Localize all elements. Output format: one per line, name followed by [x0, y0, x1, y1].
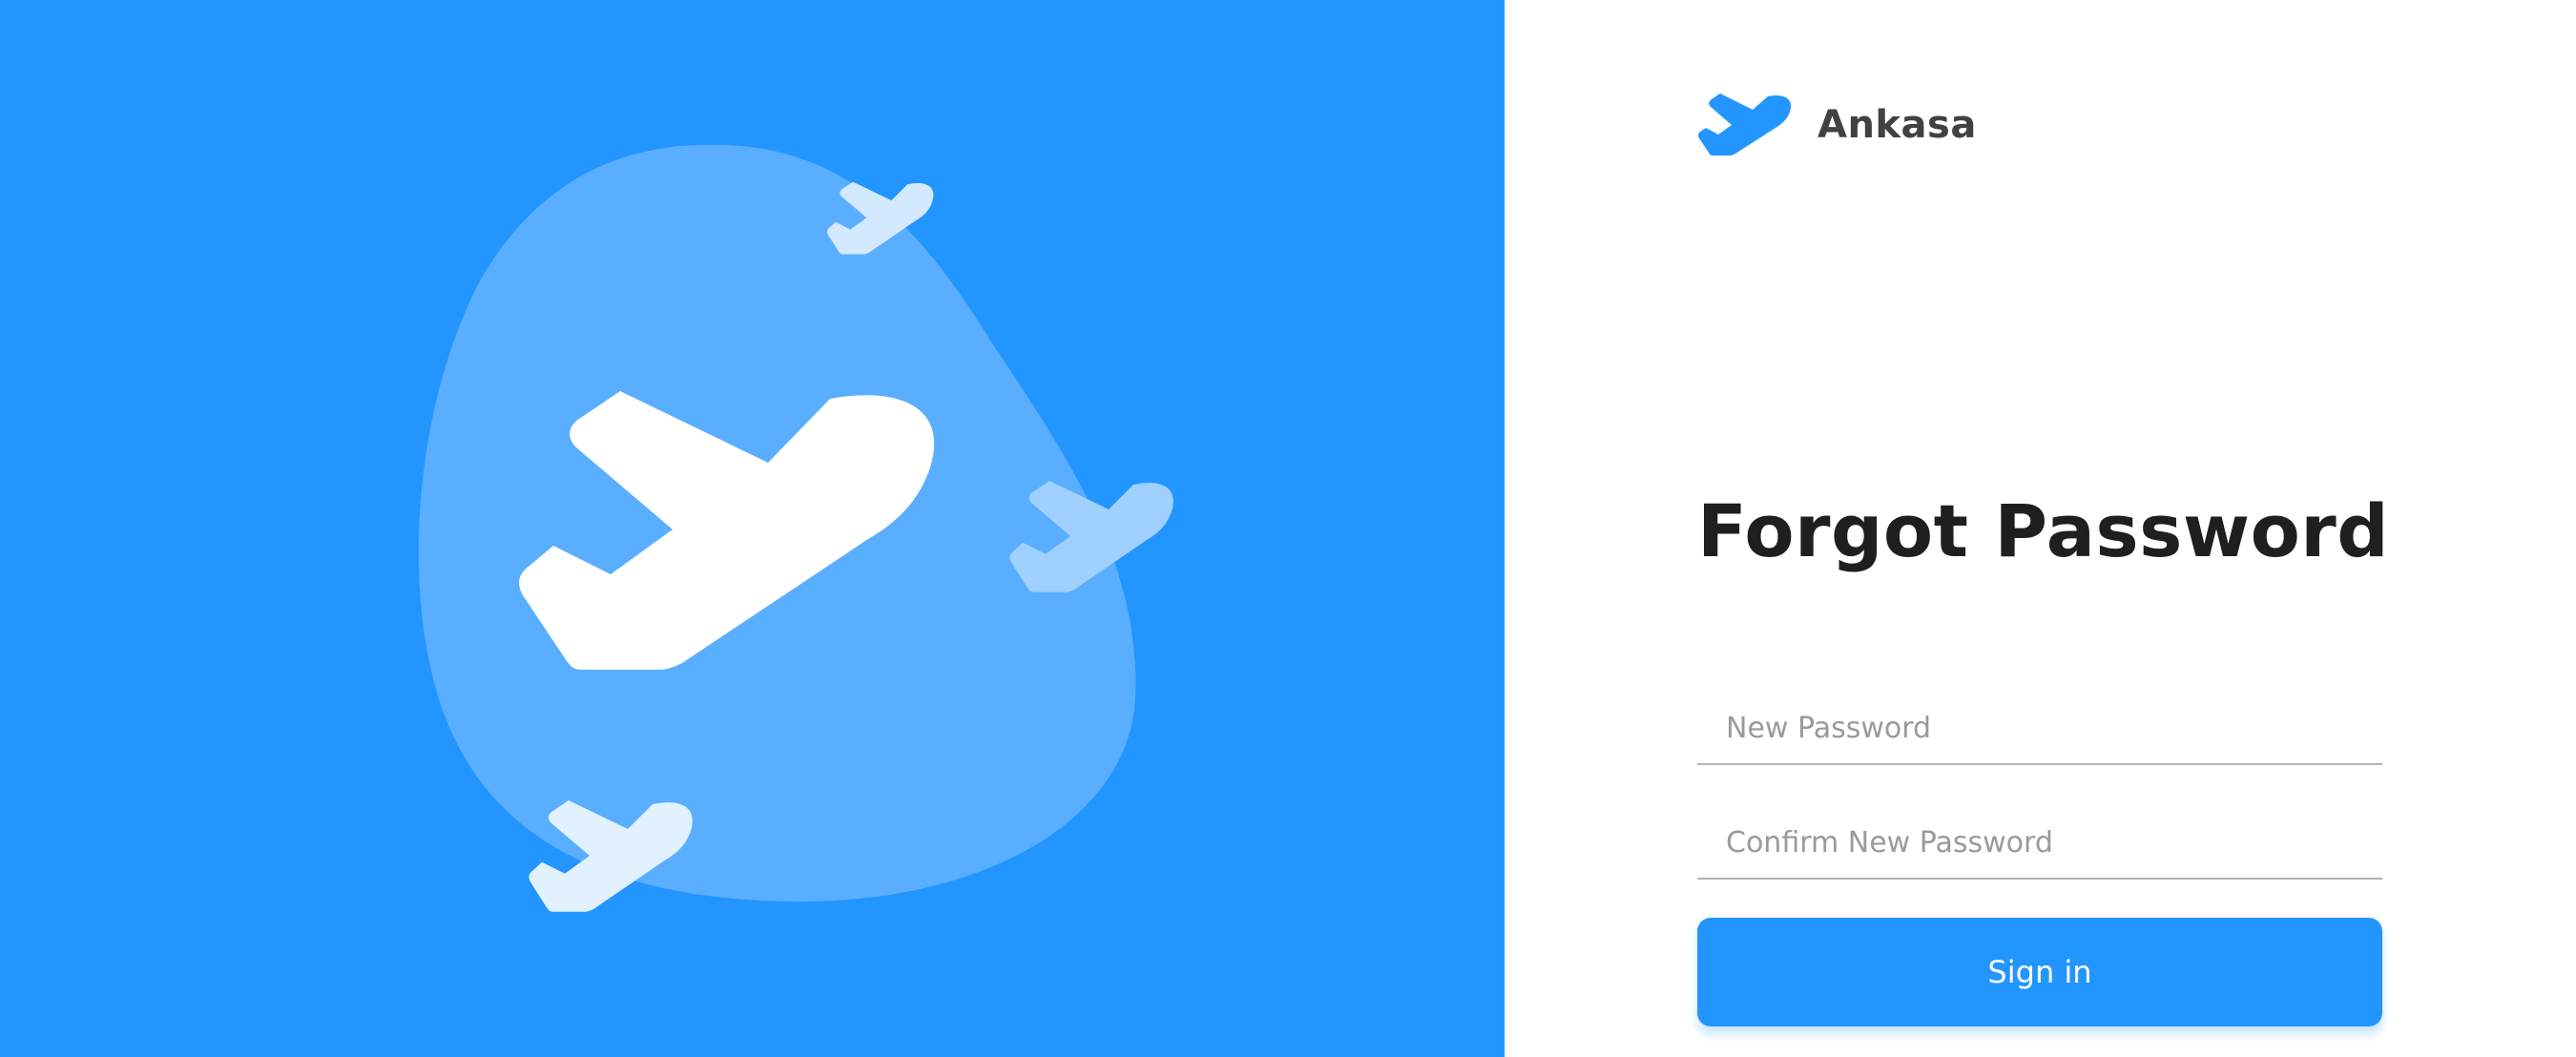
new-password-input[interactable] [1697, 693, 2382, 765]
plane-icon [1697, 93, 1792, 155]
brand-name: Ankasa [1818, 103, 1977, 147]
hero-illustration [0, 0, 1505, 1057]
sign-in-button[interactable]: Sign in [1697, 918, 2382, 1026]
hero-graphic [418, 144, 1174, 912]
confirm-password-input[interactable] [1697, 807, 2382, 880]
brand-logo[interactable]: Ankasa [1697, 91, 1977, 159]
forgot-password-page: Ankasa Forgot Password Sign in [0, 0, 2576, 1057]
form-panel: Ankasa Forgot Password Sign in [1505, 0, 2576, 1057]
page-title: Forgot Password [1697, 488, 2390, 573]
